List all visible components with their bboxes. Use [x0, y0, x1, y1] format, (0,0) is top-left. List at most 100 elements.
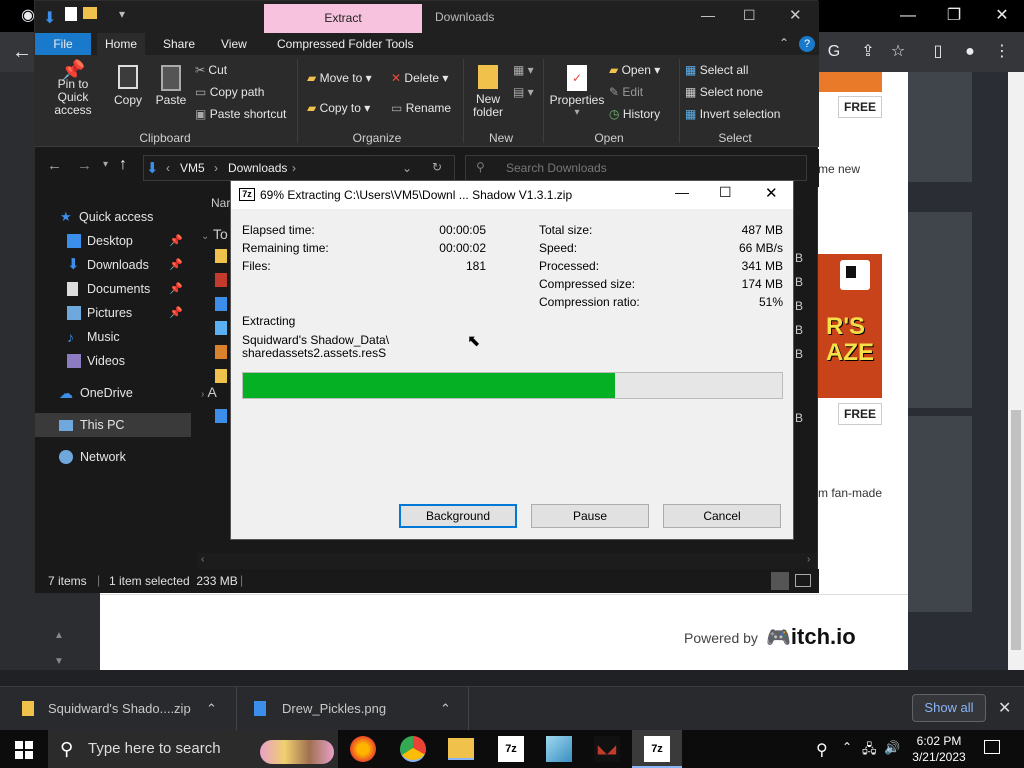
- close-icon[interactable]: ✕: [998, 698, 1011, 718]
- nav-this-pc[interactable]: This PC: [35, 413, 191, 437]
- minimize-icon[interactable]: —: [675, 184, 689, 200]
- side-panel-icon[interactable]: ▯: [926, 40, 950, 64]
- collapse-ribbon-icon[interactable]: ⌃: [779, 36, 789, 50]
- properties-button[interactable]: ✓ Properties ▾: [549, 65, 605, 118]
- large-icons-view-icon[interactable]: [795, 574, 811, 587]
- network-icon[interactable]: 🖧: [862, 740, 877, 762]
- tab-compressed-folder-tools[interactable]: Compressed Folder Tools: [269, 33, 422, 55]
- chevron-up-icon[interactable]: ⌃: [206, 687, 217, 731]
- cancel-button[interactable]: Cancel: [663, 504, 781, 528]
- address-bar[interactable]: ⬇ ‹ VM5 › Downloads › ⌄ ↻: [143, 155, 455, 181]
- notifications-icon[interactable]: [984, 740, 1000, 754]
- horizontal-scrollbar[interactable]: ‹ ›: [197, 553, 817, 569]
- nav-videos[interactable]: Videos: [35, 349, 191, 373]
- nav-network[interactable]: Network: [35, 445, 191, 469]
- windows-start-icon[interactable]: [15, 741, 33, 759]
- breadcrumb-vm5[interactable]: VM5: [180, 161, 205, 175]
- cut-button[interactable]: ✂ Cut: [195, 63, 227, 77]
- copy-button[interactable]: Copy: [113, 65, 143, 107]
- address-history-dropdown-icon[interactable]: ⌄: [402, 161, 412, 175]
- scroll-right-icon[interactable]: ›: [807, 554, 810, 565]
- move-to-button[interactable]: ▰ Move to ▾: [307, 71, 372, 85]
- background-button[interactable]: Background: [399, 504, 517, 528]
- maximize-icon[interactable]: ☐: [743, 7, 756, 24]
- google-icon[interactable]: G: [822, 40, 846, 64]
- recent-locations-icon[interactable]: ▾: [103, 159, 108, 170]
- folder-icon[interactable]: [215, 369, 227, 383]
- clock[interactable]: 6:02 PM 3/21/2023: [904, 733, 974, 765]
- extract-context-tab[interactable]: Extract: [264, 4, 422, 33]
- paste-button[interactable]: Paste: [153, 65, 189, 107]
- nav-onedrive[interactable]: ☁ OneDrive: [35, 381, 191, 405]
- volume-icon[interactable]: 🔊: [884, 740, 900, 756]
- copy-to-button[interactable]: ▰ Copy to ▾: [307, 101, 370, 115]
- windows-app-icon[interactable]: [215, 409, 227, 423]
- bookmark-star-icon[interactable]: ☆: [886, 40, 910, 64]
- tab-file[interactable]: File: [35, 33, 91, 55]
- download-item[interactable]: Squidward's Shado....zip ⌃: [16, 687, 236, 731]
- new-folder-button[interactable]: New folder: [471, 65, 505, 119]
- nav-pictures[interactable]: Pictures 📌: [35, 301, 191, 325]
- back-arrow-icon[interactable]: ←: [47, 157, 62, 174]
- group-header[interactable]: › A: [201, 384, 217, 400]
- up-arrow-icon[interactable]: ↑: [119, 156, 127, 174]
- open-button[interactable]: ▰ Open ▾: [609, 63, 660, 77]
- chevron-up-icon[interactable]: ⌃: [440, 687, 451, 731]
- restore-icon[interactable]: ❐: [942, 4, 966, 28]
- menu-kebab-icon[interactable]: ⋮: [990, 40, 1014, 64]
- new-item-icon[interactable]: ▦ ▾: [513, 63, 534, 77]
- profile-icon[interactable]: ●: [958, 40, 982, 64]
- exe-file-icon[interactable]: [215, 273, 227, 287]
- maximize-icon[interactable]: ☐: [719, 184, 732, 201]
- help-icon[interactable]: ?: [799, 36, 815, 52]
- invert-selection-button[interactable]: ▦ Invert selection: [685, 107, 780, 121]
- close-icon[interactable]: ✕: [789, 6, 802, 24]
- forward-arrow-icon[interactable]: →: [77, 157, 92, 174]
- download-item[interactable]: Drew_Pickles.png ⌃: [254, 687, 468, 731]
- nav-desktop[interactable]: Desktop 📌: [35, 229, 191, 253]
- search-input[interactable]: ⚲ Search Downloads: [465, 155, 807, 181]
- chevron-up-icon[interactable]: ⌃: [842, 740, 852, 754]
- tab-share[interactable]: Share: [155, 33, 203, 55]
- properties-icon[interactable]: [65, 7, 77, 21]
- back-arrow-icon[interactable]: ←: [10, 40, 34, 64]
- scroll-down-icon[interactable]: ▼: [54, 656, 64, 667]
- tab-home[interactable]: Home: [97, 33, 146, 55]
- nav-documents[interactable]: Documents 📌: [35, 277, 191, 301]
- close-icon[interactable]: ✕: [765, 184, 778, 202]
- game-thumbnail-top[interactable]: [818, 72, 882, 92]
- refresh-icon[interactable]: ↻: [432, 160, 442, 174]
- group-header[interactable]: ⌄ To: [201, 226, 228, 242]
- chrome-icon[interactable]: [400, 736, 426, 762]
- history-button[interactable]: ◷ History: [609, 107, 660, 121]
- scroll-left-icon[interactable]: ‹: [201, 554, 204, 565]
- folder-icon[interactable]: [83, 7, 97, 19]
- file-explorer-icon[interactable]: [448, 738, 474, 760]
- game-thumbnail[interactable]: R'S AZE: [818, 254, 882, 398]
- minimize-icon[interactable]: —: [896, 4, 920, 28]
- pin-to-quick-access-button[interactable]: 📌 Pin to Quick access: [41, 61, 105, 117]
- 7zip-icon[interactable]: 7z: [498, 736, 524, 762]
- image-file-icon[interactable]: [215, 297, 227, 311]
- tab-view[interactable]: View: [213, 33, 255, 55]
- download-arrow-icon[interactable]: ⬇: [43, 8, 56, 28]
- scroll-up-icon[interactable]: ▲: [54, 630, 64, 641]
- close-icon[interactable]: ✕: [990, 4, 1014, 28]
- nav-downloads[interactable]: ⬇ Downloads 📌: [35, 253, 191, 277]
- nav-quick-access[interactable]: ★ Quick access: [35, 205, 191, 229]
- file-icon[interactable]: [215, 321, 227, 335]
- zip-file-icon[interactable]: [215, 249, 227, 263]
- share-icon[interactable]: ⇪: [856, 40, 880, 64]
- paste-shortcut-button[interactable]: ▣ Paste shortcut: [195, 107, 286, 121]
- notepad-icon[interactable]: [546, 736, 572, 762]
- select-none-button[interactable]: ▦ Select none: [685, 85, 763, 99]
- page-scrollbar-thumb[interactable]: [1011, 410, 1021, 650]
- select-all-button[interactable]: ▦ Select all: [685, 63, 748, 77]
- quick-access-dropdown-icon[interactable]: ▾: [119, 7, 125, 21]
- show-all-button[interactable]: Show all: [912, 694, 986, 722]
- game-app-icon[interactable]: ◣◢: [594, 736, 620, 762]
- file-icon[interactable]: [215, 345, 227, 359]
- pause-button[interactable]: Pause: [531, 504, 649, 528]
- search-icon[interactable]: ⚲: [816, 740, 828, 760]
- minimize-icon[interactable]: —: [701, 7, 715, 23]
